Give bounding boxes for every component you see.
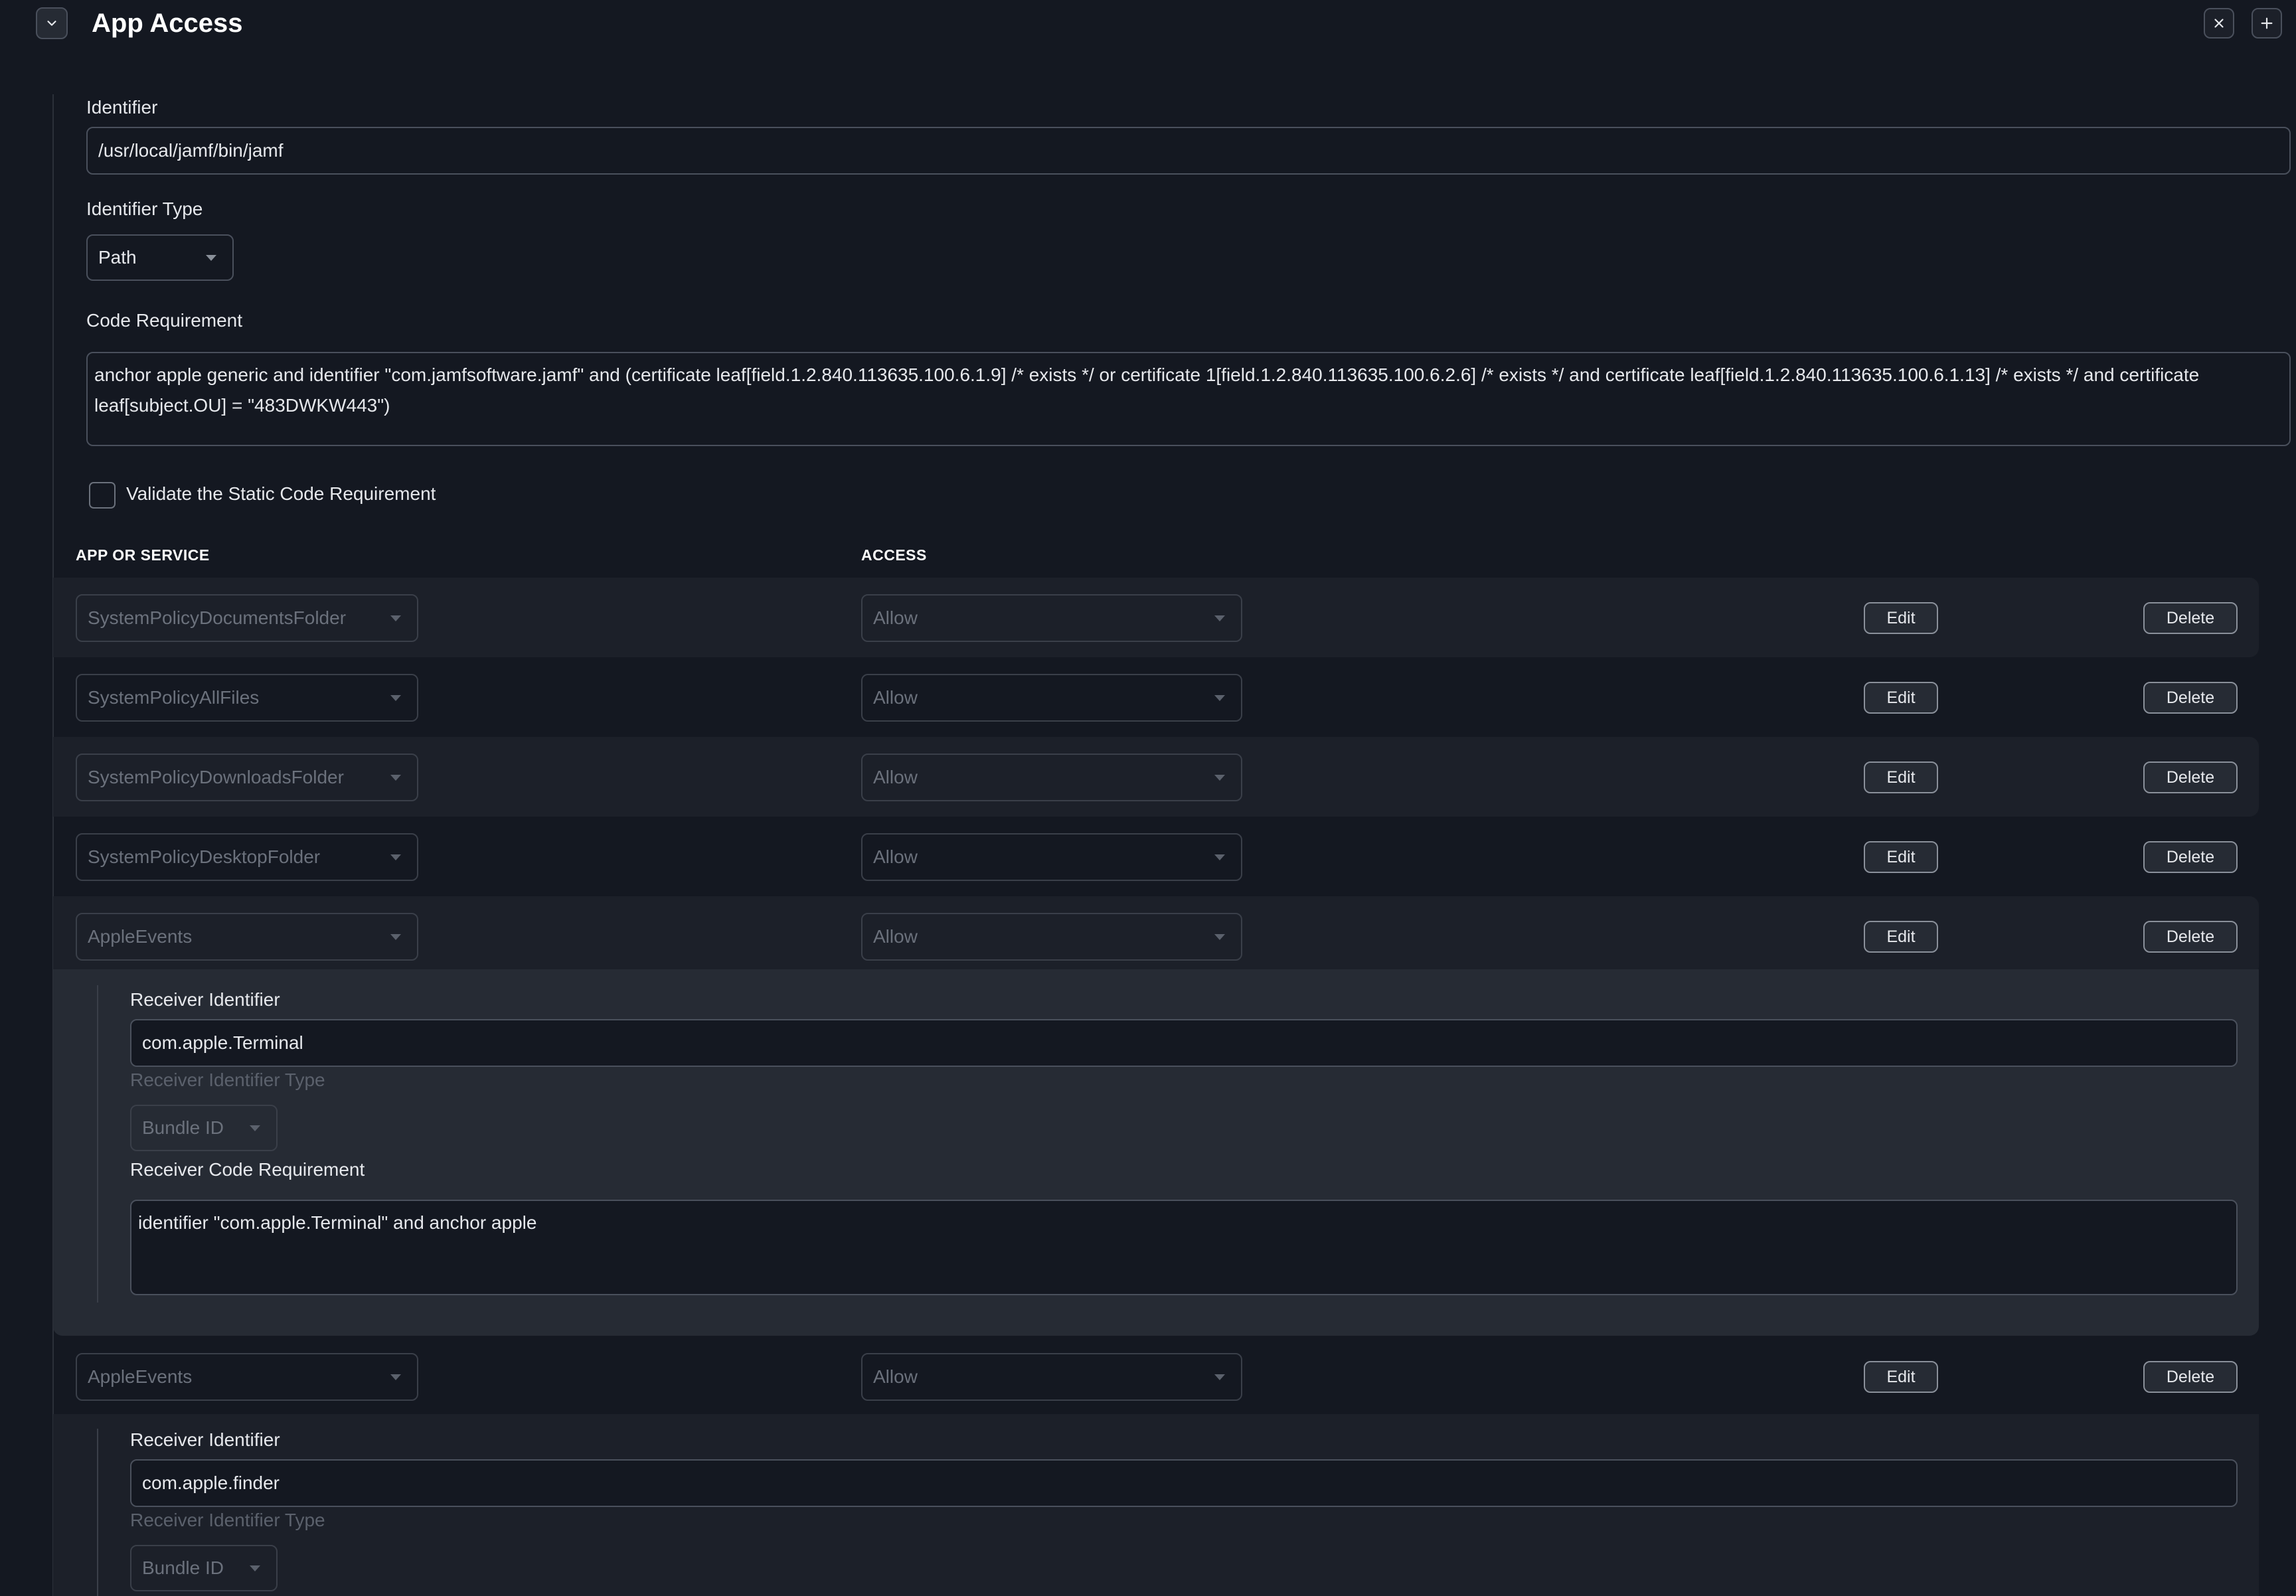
service-value: SystemPolicyDesktopFolder xyxy=(88,846,321,867)
caret-down-icon xyxy=(1214,775,1225,781)
receiver-code-requirement-textarea[interactable]: identifier "com.apple.Terminal" and anch… xyxy=(130,1200,2238,1295)
receiver-identifier-type-value: Bundle ID xyxy=(142,1557,224,1578)
caret-down-icon xyxy=(390,775,401,781)
caret-down-icon xyxy=(250,1125,260,1131)
caret-down-icon xyxy=(390,1374,401,1380)
access-value: Allow xyxy=(873,687,918,708)
delete-button[interactable]: Delete xyxy=(2143,1361,2238,1393)
service-value: SystemPolicyAllFiles xyxy=(88,687,260,708)
delete-button[interactable]: Delete xyxy=(2143,761,2238,793)
caret-down-icon xyxy=(390,615,401,621)
access-select[interactable]: Allow xyxy=(861,913,1242,961)
delete-button[interactable]: Delete xyxy=(2143,841,2238,873)
access-select[interactable]: Allow xyxy=(861,594,1242,642)
identifier-label: Identifier xyxy=(86,97,158,118)
receiver-identifier-type-label: Receiver Identifier Type xyxy=(130,1510,325,1530)
caret-down-icon xyxy=(1214,934,1225,940)
access-select[interactable]: Allow xyxy=(861,674,1242,722)
service-value: SystemPolicyDocumentsFolder xyxy=(88,607,347,628)
edit-button[interactable]: Edit xyxy=(1864,682,1938,714)
service-value: SystemPolicyDownloadsFolder xyxy=(88,767,344,787)
identifier-type-label: Identifier Type xyxy=(86,199,203,219)
access-value: Allow xyxy=(873,607,918,628)
caret-down-icon xyxy=(206,255,216,261)
caret-down-icon xyxy=(1214,854,1225,860)
delete-button[interactable]: Delete xyxy=(2143,921,2238,953)
access-value: Allow xyxy=(873,846,918,867)
receiver-identifier-label: Receiver Identifier xyxy=(130,989,280,1010)
code-requirement-label: Code Requirement xyxy=(86,310,243,331)
receiver-code-requirement-label: Receiver Code Requirement xyxy=(130,1159,365,1180)
identifier-input[interactable]: /usr/local/jamf/bin/jamf xyxy=(86,127,2291,175)
access-select[interactable]: Allow xyxy=(861,1353,1242,1401)
delete-button[interactable]: Delete xyxy=(2143,602,2238,634)
add-section-button[interactable] xyxy=(2252,8,2282,39)
service-select[interactable]: AppleEvents xyxy=(76,1353,418,1401)
identifier-type-select[interactable]: Path xyxy=(86,234,234,281)
validate-checkbox-label: Validate the Static Code Requirement xyxy=(126,483,436,504)
access-select[interactable]: Allow xyxy=(861,833,1242,881)
access-select[interactable]: Allow xyxy=(861,754,1242,801)
access-value: Allow xyxy=(873,767,918,787)
plus-icon xyxy=(2261,17,2273,29)
caret-down-icon xyxy=(1214,1374,1225,1380)
identifier-type-value: Path xyxy=(98,247,137,268)
access-value: Allow xyxy=(873,1366,918,1387)
caret-down-icon xyxy=(250,1565,260,1571)
receiver-identifier-input[interactable]: com.apple.Terminal xyxy=(130,1019,2238,1067)
column-header-app-or-service: APP OR SERVICE xyxy=(76,546,210,564)
validate-checkbox[interactable] xyxy=(89,482,116,509)
app-access-page: App Access Identifier /usr/local/jamf/bi… xyxy=(0,0,2296,1596)
edit-button[interactable]: Edit xyxy=(1864,1361,1938,1393)
receiver-identifier-type-value: Bundle ID xyxy=(142,1117,224,1138)
edit-button[interactable]: Edit xyxy=(1864,841,1938,873)
receiver-identifier-type-label: Receiver Identifier Type xyxy=(130,1070,325,1090)
edit-button[interactable]: Edit xyxy=(1864,761,1938,793)
page-title: App Access xyxy=(92,9,243,38)
service-select[interactable]: SystemPolicyDownloadsFolder xyxy=(76,754,418,801)
service-select[interactable]: AppleEvents xyxy=(76,913,418,961)
collapse-button[interactable] xyxy=(36,7,68,39)
caret-down-icon xyxy=(390,695,401,701)
receiver-identifier-type-select[interactable]: Bundle ID xyxy=(130,1105,278,1151)
delete-button[interactable]: Delete xyxy=(2143,682,2238,714)
receiver-identifier-input[interactable]: com.apple.finder xyxy=(130,1459,2238,1507)
caret-down-icon xyxy=(1214,695,1225,701)
code-requirement-textarea[interactable]: anchor apple generic and identifier "com… xyxy=(86,352,2291,446)
remove-section-button[interactable] xyxy=(2204,8,2234,39)
column-header-access: ACCESS xyxy=(861,546,927,564)
panel-rule xyxy=(97,1429,98,1596)
chevron-down-icon xyxy=(47,21,56,26)
caret-down-icon xyxy=(390,934,401,940)
section-header: App Access xyxy=(0,0,2296,53)
service-select[interactable]: SystemPolicyDesktopFolder xyxy=(76,833,418,881)
edit-button[interactable]: Edit xyxy=(1864,602,1938,634)
access-value: Allow xyxy=(873,926,918,947)
caret-down-icon xyxy=(1214,615,1225,621)
edit-button[interactable]: Edit xyxy=(1864,921,1938,953)
service-select[interactable]: SystemPolicyDocumentsFolder xyxy=(76,594,418,642)
service-value: AppleEvents xyxy=(88,926,193,947)
receiver-identifier-type-select[interactable]: Bundle ID xyxy=(130,1545,278,1591)
panel-rule xyxy=(97,985,98,1303)
caret-down-icon xyxy=(390,854,401,860)
section-rule xyxy=(52,94,54,1596)
service-select[interactable]: SystemPolicyAllFiles xyxy=(76,674,418,722)
receiver-identifier-label: Receiver Identifier xyxy=(130,1429,280,1450)
close-icon xyxy=(2214,19,2224,28)
service-value: AppleEvents xyxy=(88,1366,193,1387)
